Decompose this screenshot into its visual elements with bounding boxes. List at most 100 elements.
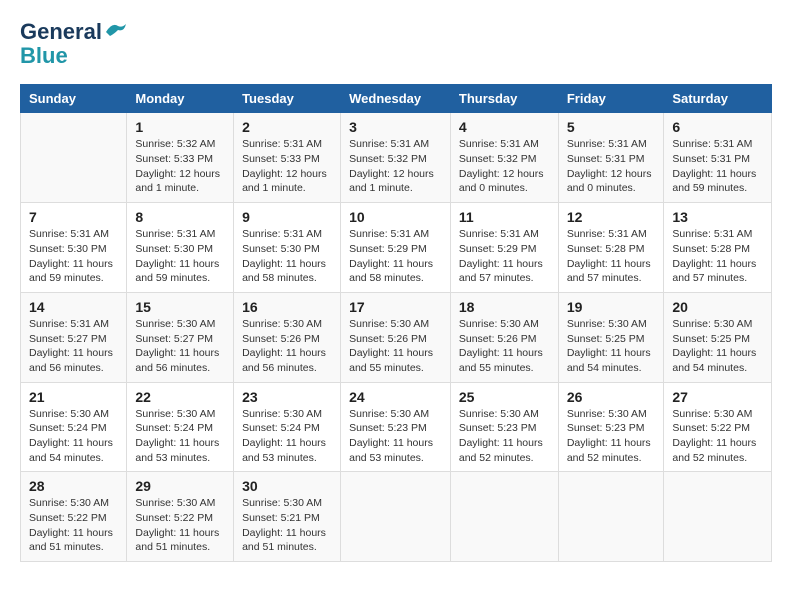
- day-info: Sunrise: 5:30 AM Sunset: 5:25 PM Dayligh…: [567, 317, 656, 376]
- day-info: Sunrise: 5:32 AM Sunset: 5:33 PM Dayligh…: [135, 137, 225, 196]
- day-info: Sunrise: 5:31 AM Sunset: 5:28 PM Dayligh…: [567, 227, 656, 286]
- day-info: Sunrise: 5:31 AM Sunset: 5:29 PM Dayligh…: [459, 227, 550, 286]
- calendar-cell: 12 Sunrise: 5:31 AM Sunset: 5:28 PM Dayli…: [558, 203, 664, 293]
- calendar-cell: 23 Sunrise: 5:30 AM Sunset: 5:24 PM Dayli…: [234, 382, 341, 472]
- day-header: Friday: [558, 85, 664, 113]
- day-number: 4: [459, 119, 550, 135]
- calendar-cell: 15 Sunrise: 5:30 AM Sunset: 5:27 PM Dayli…: [127, 292, 234, 382]
- calendar-cell: 29 Sunrise: 5:30 AM Sunset: 5:22 PM Dayli…: [127, 472, 234, 562]
- page-header: General Blue: [20, 20, 772, 68]
- day-number: 12: [567, 209, 656, 225]
- calendar-cell: [341, 472, 451, 562]
- day-number: 18: [459, 299, 550, 315]
- day-info: Sunrise: 5:31 AM Sunset: 5:32 PM Dayligh…: [459, 137, 550, 196]
- week-row: 28Sunrise: 5:30 AM Sunset: 5:22 PM Dayli…: [21, 472, 772, 562]
- day-number: 11: [459, 209, 550, 225]
- day-number: 27: [672, 389, 763, 405]
- day-header: Thursday: [450, 85, 558, 113]
- day-number: 8: [135, 209, 225, 225]
- logo: General Blue: [20, 20, 126, 68]
- day-number: 1: [135, 119, 225, 135]
- calendar-cell: 22 Sunrise: 5:30 AM Sunset: 5:24 PM Dayli…: [127, 382, 234, 472]
- day-info: Sunrise: 5:30 AM Sunset: 5:22 PM Dayligh…: [135, 496, 225, 555]
- calendar-cell: 1 Sunrise: 5:32 AM Sunset: 5:33 PM Daylig…: [127, 113, 234, 203]
- calendar-cell: 9 Sunrise: 5:31 AM Sunset: 5:30 PM Daylig…: [234, 203, 341, 293]
- week-row: 1 Sunrise: 5:32 AM Sunset: 5:33 PM Daylig…: [21, 113, 772, 203]
- calendar-cell: 7Sunrise: 5:31 AM Sunset: 5:30 PM Daylig…: [21, 203, 127, 293]
- day-number: 16: [242, 299, 332, 315]
- calendar-cell: [21, 113, 127, 203]
- day-number: 17: [349, 299, 442, 315]
- calendar-cell: [664, 472, 772, 562]
- day-number: 20: [672, 299, 763, 315]
- logo-bird-icon: [104, 20, 126, 36]
- day-info: Sunrise: 5:31 AM Sunset: 5:27 PM Dayligh…: [29, 317, 118, 376]
- day-number: 24: [349, 389, 442, 405]
- calendar-cell: [450, 472, 558, 562]
- day-info: Sunrise: 5:31 AM Sunset: 5:30 PM Dayligh…: [135, 227, 225, 286]
- day-info: Sunrise: 5:30 AM Sunset: 5:22 PM Dayligh…: [672, 407, 763, 466]
- day-info: Sunrise: 5:31 AM Sunset: 5:31 PM Dayligh…: [672, 137, 763, 196]
- day-header: Monday: [127, 85, 234, 113]
- calendar-cell: 24 Sunrise: 5:30 AM Sunset: 5:23 PM Dayli…: [341, 382, 451, 472]
- day-number: 22: [135, 389, 225, 405]
- day-info: Sunrise: 5:30 AM Sunset: 5:21 PM Dayligh…: [242, 496, 332, 555]
- day-info: Sunrise: 5:31 AM Sunset: 5:33 PM Dayligh…: [242, 137, 332, 196]
- day-header: Saturday: [664, 85, 772, 113]
- day-number: 5: [567, 119, 656, 135]
- day-info: Sunrise: 5:30 AM Sunset: 5:27 PM Dayligh…: [135, 317, 225, 376]
- day-number: 30: [242, 478, 332, 494]
- day-info: Sunrise: 5:30 AM Sunset: 5:25 PM Dayligh…: [672, 317, 763, 376]
- day-info: Sunrise: 5:30 AM Sunset: 5:24 PM Dayligh…: [135, 407, 225, 466]
- calendar-cell: 13Sunrise: 5:31 AM Sunset: 5:28 PM Dayli…: [664, 203, 772, 293]
- day-number: 13: [672, 209, 763, 225]
- day-number: 6: [672, 119, 763, 135]
- calendar-cell: 16 Sunrise: 5:30 AM Sunset: 5:26 PM Dayli…: [234, 292, 341, 382]
- calendar-cell: 14 Sunrise: 5:31 AM Sunset: 5:27 PM Dayli…: [21, 292, 127, 382]
- calendar-cell: 3 Sunrise: 5:31 AM Sunset: 5:32 PM Daylig…: [341, 113, 451, 203]
- day-info: Sunrise: 5:30 AM Sunset: 5:23 PM Dayligh…: [567, 407, 656, 466]
- day-info: Sunrise: 5:30 AM Sunset: 5:26 PM Dayligh…: [349, 317, 442, 376]
- day-number: 9: [242, 209, 332, 225]
- day-info: Sunrise: 5:30 AM Sunset: 5:26 PM Dayligh…: [242, 317, 332, 376]
- day-number: 14: [29, 299, 118, 315]
- day-number: 21: [29, 389, 118, 405]
- calendar-cell: 20 Sunrise: 5:30 AM Sunset: 5:25 PM Dayli…: [664, 292, 772, 382]
- day-info: Sunrise: 5:31 AM Sunset: 5:31 PM Dayligh…: [567, 137, 656, 196]
- day-header: Sunday: [21, 85, 127, 113]
- calendar-cell: 10Sunrise: 5:31 AM Sunset: 5:29 PM Dayli…: [341, 203, 451, 293]
- calendar-cell: 4 Sunrise: 5:31 AM Sunset: 5:32 PM Daylig…: [450, 113, 558, 203]
- day-number: 23: [242, 389, 332, 405]
- calendar-cell: 26 Sunrise: 5:30 AM Sunset: 5:23 PM Dayli…: [558, 382, 664, 472]
- day-number: 29: [135, 478, 225, 494]
- day-info: Sunrise: 5:30 AM Sunset: 5:26 PM Dayligh…: [459, 317, 550, 376]
- calendar-cell: 11 Sunrise: 5:31 AM Sunset: 5:29 PM Dayli…: [450, 203, 558, 293]
- day-number: 7: [29, 209, 118, 225]
- calendar-cell: [558, 472, 664, 562]
- day-header: Tuesday: [234, 85, 341, 113]
- week-row: 21 Sunrise: 5:30 AM Sunset: 5:24 PM Dayli…: [21, 382, 772, 472]
- day-info: Sunrise: 5:30 AM Sunset: 5:22 PM Dayligh…: [29, 496, 118, 555]
- day-info: Sunrise: 5:31 AM Sunset: 5:30 PM Dayligh…: [242, 227, 332, 286]
- calendar-cell: 25Sunrise: 5:30 AM Sunset: 5:23 PM Dayli…: [450, 382, 558, 472]
- calendar-cell: 6 Sunrise: 5:31 AM Sunset: 5:31 PM Daylig…: [664, 113, 772, 203]
- calendar-cell: 5 Sunrise: 5:31 AM Sunset: 5:31 PM Daylig…: [558, 113, 664, 203]
- day-number: 19: [567, 299, 656, 315]
- day-header: Wednesday: [341, 85, 451, 113]
- header-row: SundayMondayTuesdayWednesdayThursdayFrid…: [21, 85, 772, 113]
- logo-text-blue: Blue: [20, 43, 68, 68]
- calendar-cell: 8 Sunrise: 5:31 AM Sunset: 5:30 PM Daylig…: [127, 203, 234, 293]
- calendar-cell: 18 Sunrise: 5:30 AM Sunset: 5:26 PM Dayli…: [450, 292, 558, 382]
- day-number: 26: [567, 389, 656, 405]
- calendar-cell: 30 Sunrise: 5:30 AM Sunset: 5:21 PM Dayli…: [234, 472, 341, 562]
- day-info: Sunrise: 5:31 AM Sunset: 5:29 PM Dayligh…: [349, 227, 442, 286]
- day-number: 15: [135, 299, 225, 315]
- day-info: Sunrise: 5:30 AM Sunset: 5:24 PM Dayligh…: [242, 407, 332, 466]
- calendar-cell: 21 Sunrise: 5:30 AM Sunset: 5:24 PM Dayli…: [21, 382, 127, 472]
- day-number: 25: [459, 389, 550, 405]
- day-info: Sunrise: 5:31 AM Sunset: 5:32 PM Dayligh…: [349, 137, 442, 196]
- week-row: 7 Sunrise: 5:31 AM Sunset: 5:30 PM Daylig…: [21, 203, 772, 293]
- day-info: Sunrise: 5:30 AM Sunset: 5:23 PM Dayligh…: [349, 407, 442, 466]
- day-number: 3: [349, 119, 442, 135]
- day-info: Sunrise: 5:30 AM Sunset: 5:24 PM Dayligh…: [29, 407, 118, 466]
